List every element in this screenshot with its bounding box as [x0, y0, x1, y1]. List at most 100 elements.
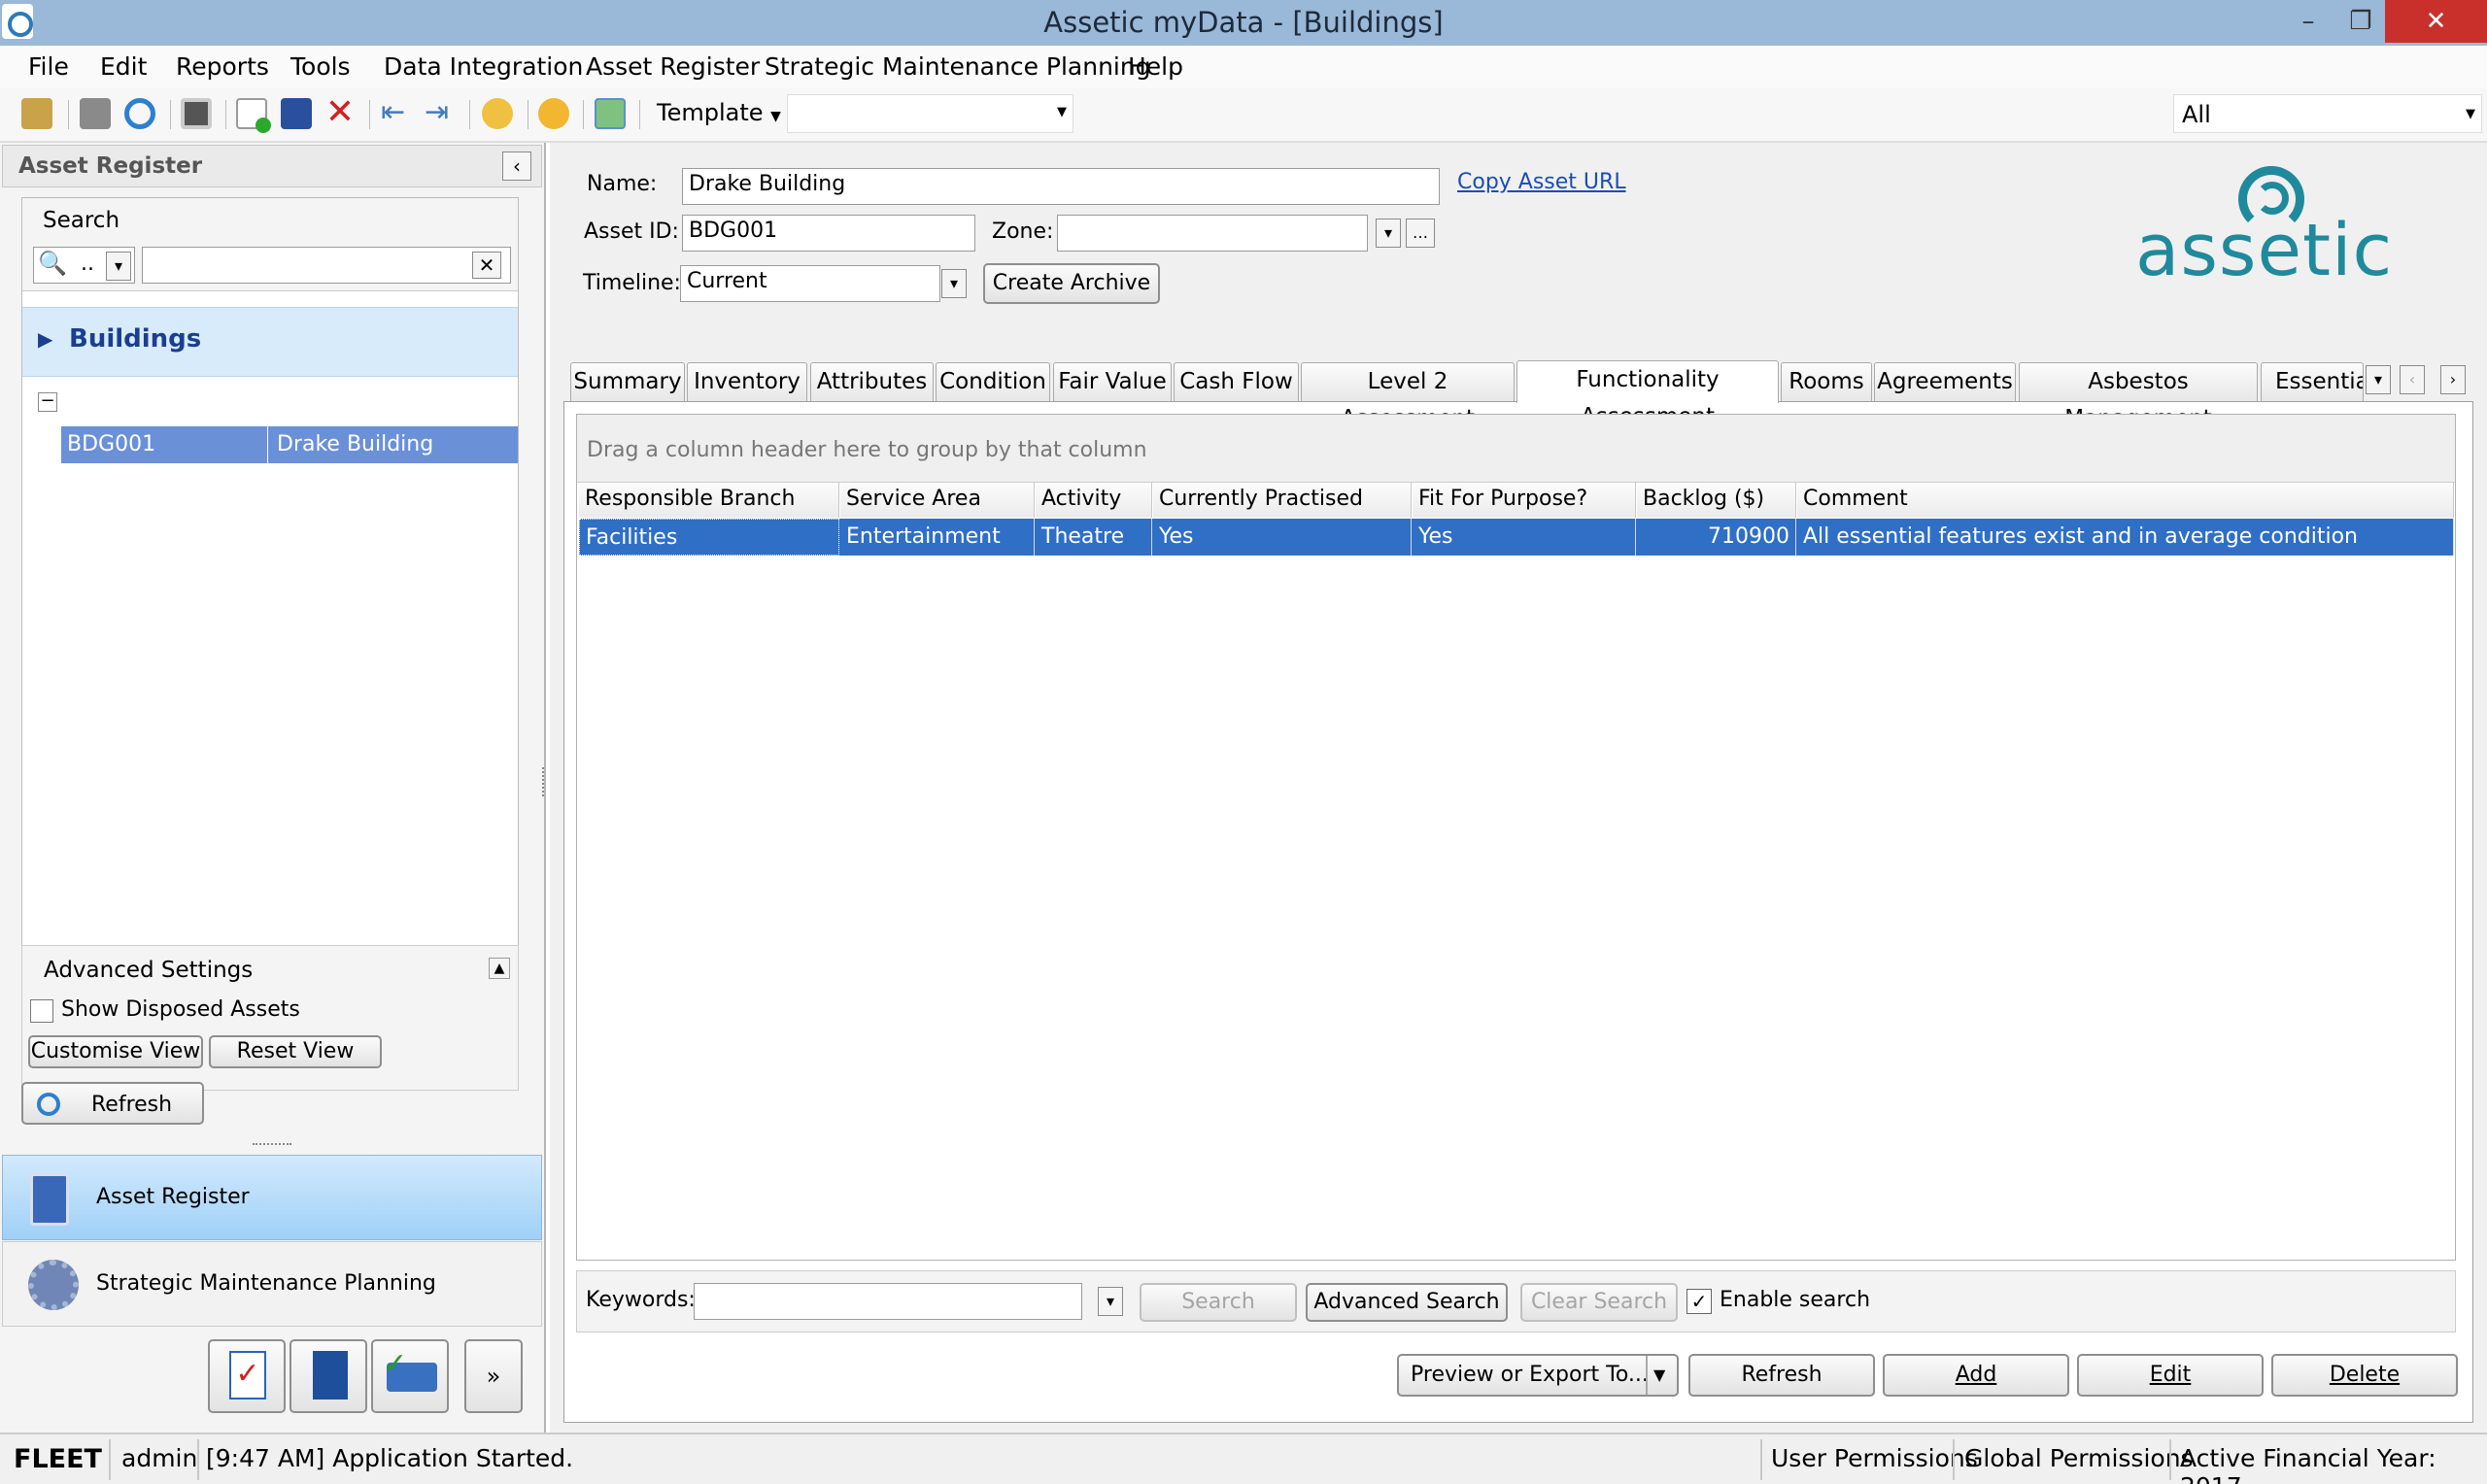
timeline-dropdown-icon[interactable]: ▾ [941, 269, 967, 298]
template-dropdown[interactable]: Template ▼ [657, 99, 781, 126]
collapse-panel-button[interactable]: ‹ [502, 152, 531, 181]
column-header-service-area[interactable]: Service Area [840, 483, 1035, 518]
customise-view-button[interactable]: Customise View [28, 1035, 203, 1068]
cell-activity[interactable]: Theatre [1036, 519, 1152, 556]
clear-search-icon[interactable]: ✕ [472, 252, 501, 279]
tab-essential[interactable]: Essential [2261, 362, 2364, 401]
toolbar: ✕ ⇤ ⇥ Template ▼ ▼ All ▼ [0, 88, 2487, 143]
tab-asbestos-management[interactable]: Asbestos Management [2019, 362, 2258, 431]
tab-scroll-right-icon[interactable]: › [2440, 365, 2466, 394]
zone-field[interactable] [1057, 215, 1368, 252]
enable-search-checkbox[interactable]: ✓ [1686, 1289, 1712, 1314]
cell-service-area[interactable]: Entertainment [840, 519, 1035, 556]
refresh-tree-button[interactable]: Refresh [21, 1082, 204, 1125]
menu-strategic-maintenance-planning[interactable]: Strategic Maintenance Planning [765, 52, 1151, 81]
restore-button[interactable]: ❐ [2336, 0, 2385, 43]
column-header-currently-practised[interactable]: Currently Practised [1153, 483, 1412, 518]
collapse-icon[interactable]: ▲ [489, 958, 510, 979]
zone-dropdown-icon[interactable]: ▾ [1376, 219, 1401, 248]
search-input[interactable] [142, 247, 511, 284]
menu-reports[interactable]: Reports [176, 52, 269, 81]
tree-category-buildings[interactable]: ▶ Buildings [22, 307, 518, 377]
search-button[interactable]: Search [1140, 1283, 1297, 1322]
checklist-icon[interactable]: ✓ [208, 1339, 286, 1413]
splitter-grip[interactable] [253, 1143, 291, 1147]
column-header-activity[interactable]: Activity [1036, 483, 1152, 518]
minimize-button[interactable]: – [2283, 0, 2334, 43]
forward-arrow-icon[interactable]: ⇥ [425, 98, 456, 129]
column-header-fit-for-purpose[interactable]: Fit For Purpose? [1413, 483, 1636, 518]
tab-rooms[interactable]: Rooms [1781, 362, 1872, 401]
menu-asset-register[interactable]: Asset Register [586, 52, 760, 81]
delete-icon[interactable]: ✕ [324, 95, 356, 130]
refresh-icon[interactable] [124, 98, 155, 129]
tab-condition[interactable]: Condition [936, 362, 1050, 401]
refresh-icon [37, 1093, 60, 1116]
name-field[interactable]: Drake Building [682, 168, 1440, 205]
collapse-group-icon[interactable]: − [38, 392, 57, 412]
tab-list-dropdown-icon[interactable]: ▾ [2366, 365, 2391, 394]
tab-cash-flow[interactable]: Cash Flow [1174, 362, 1299, 401]
status-separator [197, 1439, 199, 1480]
tab-functionality-assessment[interactable]: Functionality Assessment [1516, 360, 1779, 429]
tab-level-2-assessment[interactable]: Level 2 Assessment [1301, 362, 1515, 431]
tab-fair-value[interactable]: Fair Value [1053, 362, 1172, 401]
menu-edit[interactable]: Edit [100, 52, 147, 81]
menu-tools[interactable]: Tools [290, 52, 351, 81]
menu-help[interactable]: Help [1128, 52, 1183, 81]
timeline-select[interactable]: Current [680, 265, 940, 302]
column-header-comment[interactable]: Comment [1797, 483, 2454, 518]
back-arrow-icon[interactable]: ⇤ [381, 98, 412, 129]
edit-button[interactable]: Edit [2077, 1354, 2264, 1397]
close-button[interactable]: ✕ [2385, 0, 2487, 43]
fleet-truck-icon[interactable]: ✓ [371, 1339, 449, 1413]
filter-combo[interactable]: All ▼ [2173, 94, 2482, 133]
refresh-button[interactable]: Refresh [1688, 1354, 1875, 1397]
cell-fit-for-purpose[interactable]: Yes [1413, 519, 1636, 556]
template-combo[interactable]: ▼ [787, 94, 1073, 133]
tree-row[interactable]: BDG001 Drake Building [61, 426, 518, 463]
tab-attributes[interactable]: Attributes [810, 362, 934, 401]
column-header-responsible-branch[interactable]: Responsible Branch [579, 483, 839, 518]
print-icon[interactable] [80, 98, 111, 129]
new-record-icon[interactable] [236, 98, 271, 133]
calculator-icon[interactable] [181, 98, 212, 129]
cell-responsible-branch[interactable]: Facilities [579, 519, 839, 556]
copy-asset-url-link[interactable]: Copy Asset URL [1457, 170, 1626, 194]
keywords-input[interactable] [694, 1283, 1082, 1320]
create-archive-button[interactable]: Create Archive [983, 263, 1160, 304]
user-permissions-status[interactable]: User Permissions [1771, 1444, 1978, 1472]
reset-view-button[interactable]: Reset View [209, 1035, 382, 1068]
global-permissions-status[interactable]: Global Permissions [1964, 1444, 2194, 1472]
vertical-splitter[interactable] [542, 767, 548, 796]
nav-strategic-maintenance-planning[interactable]: Strategic Maintenance Planning [2, 1241, 542, 1327]
tab-summary[interactable]: Summary [570, 362, 685, 401]
keywords-dropdown-icon[interactable]: ▾ [1098, 1287, 1123, 1316]
delete-button[interactable]: Delete [2271, 1354, 2458, 1397]
more-nav-icon[interactable]: » [464, 1339, 523, 1413]
menu-data-integration[interactable]: Data Integration [384, 52, 583, 81]
key-icon[interactable] [21, 98, 52, 129]
advanced-search-button[interactable]: Advanced Search [1306, 1283, 1508, 1322]
show-disposed-checkbox[interactable] [30, 999, 53, 1023]
cell-comment[interactable]: All essential features exist and in aver… [1797, 519, 2454, 556]
tab-inventory[interactable]: Inventory [687, 362, 807, 401]
zone-more-button[interactable]: … [1406, 219, 1435, 248]
add-button[interactable]: Add [1883, 1354, 2069, 1397]
save-icon[interactable] [281, 98, 312, 129]
asset-id-field[interactable]: BDG001 [682, 215, 975, 252]
column-header-backlog[interactable]: Backlog ($) [1637, 483, 1796, 518]
search-mode-selector[interactable]: 🔍 .. ▾ [33, 247, 135, 284]
cell-backlog[interactable]: 710900 [1637, 519, 1796, 556]
nav-asset-register[interactable]: Asset Register [2, 1155, 542, 1240]
pie-chart-icon[interactable] [538, 98, 569, 129]
book-icon[interactable] [290, 1339, 367, 1413]
preview-export-button[interactable]: Preview or Export To... ▼ [1397, 1354, 1679, 1397]
clear-search-button[interactable]: Clear Search [1520, 1283, 1678, 1322]
menu-file[interactable]: File [28, 52, 69, 81]
tab-scroll-left-icon[interactable]: ‹ [2400, 365, 2425, 394]
cell-currently-practised[interactable]: Yes [1153, 519, 1412, 556]
tab-agreements[interactable]: Agreements [1874, 362, 2016, 401]
map-icon[interactable] [595, 98, 626, 129]
users-icon[interactable] [482, 98, 513, 129]
